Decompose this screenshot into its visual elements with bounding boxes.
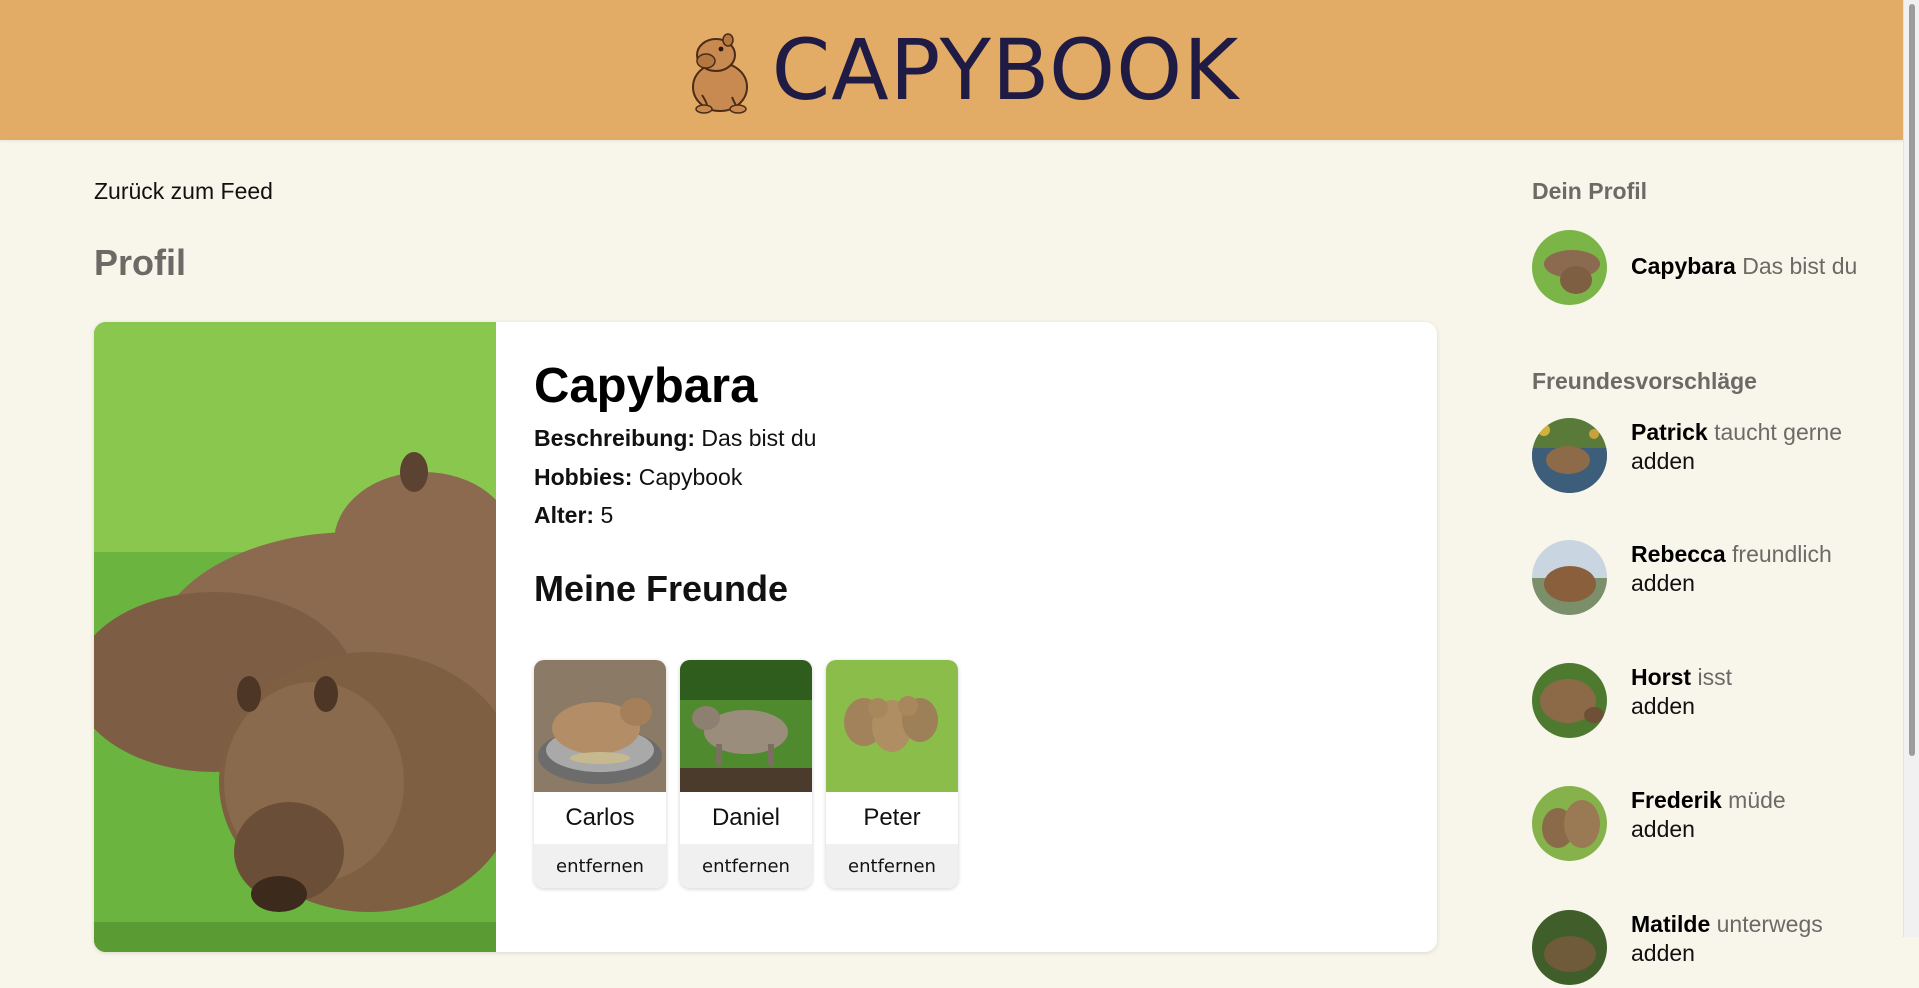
friend-name: Daniel bbox=[711, 804, 781, 832]
suggestion-text: Matilde unterwegs adden bbox=[1631, 910, 1891, 968]
avatar bbox=[1532, 418, 1607, 493]
add-friend-link[interactable]: adden bbox=[1631, 447, 1891, 476]
remove-friend-button[interactable]: entfernen bbox=[534, 844, 666, 889]
suggestion-item[interactable]: Rebecca freundlich adden bbox=[1532, 540, 1892, 618]
description-row: Beschreibung: Das bist du bbox=[534, 424, 1394, 453]
friend-photo bbox=[680, 660, 812, 793]
avatar bbox=[1532, 663, 1607, 738]
suggestion-desc: unterwegs bbox=[1716, 911, 1823, 937]
suggestion-name: Frederik bbox=[1631, 787, 1722, 813]
avatar bbox=[1532, 230, 1607, 305]
page-title: Profil bbox=[94, 242, 187, 283]
profile-info: Capybara Beschreibung: Das bist du Hobbi… bbox=[534, 359, 1394, 889]
description-value: Das bist du bbox=[701, 424, 817, 451]
suggestion-item[interactable]: Patrick taucht gerne adden bbox=[1532, 418, 1892, 496]
capybara-logo-icon bbox=[691, 33, 748, 114]
own-profile-title: Dein Profil bbox=[1532, 178, 1648, 204]
scrollbar-thumb[interactable] bbox=[1909, 4, 1915, 756]
app-header: CAPYBOOK bbox=[0, 0, 1919, 140]
suggestion-text: Rebecca freundlich adden bbox=[1631, 540, 1891, 598]
suggestion-item[interactable]: Frederik müde adden bbox=[1532, 786, 1892, 864]
back-to-feed-link[interactable]: Zurück zum Feed bbox=[94, 178, 273, 205]
suggestion-item[interactable]: Horst isst adden bbox=[1532, 663, 1892, 741]
friend-photo bbox=[826, 660, 958, 793]
suggestion-text: Patrick taucht gerne adden bbox=[1631, 418, 1891, 476]
hobbies-value: Capybook bbox=[638, 463, 743, 490]
hobbies-row: Hobbies: Capybook bbox=[534, 463, 1394, 492]
hobbies-label: Hobbies: bbox=[534, 463, 633, 490]
friend-card[interactable]: Peter entfernen bbox=[826, 660, 958, 889]
suggestion-desc: isst bbox=[1697, 664, 1732, 690]
age-row: Alter: 5 bbox=[534, 501, 1394, 530]
suggestion-name: Rebecca bbox=[1631, 541, 1726, 567]
suggestion-desc: freundlich bbox=[1732, 541, 1832, 567]
suggestion-text: Frederik müde adden bbox=[1631, 786, 1891, 844]
suggestion-desc: taucht gerne bbox=[1714, 419, 1842, 445]
description-label: Beschreibung: bbox=[534, 424, 696, 451]
main-content: Zurück zum Feed Profil Capybara Beschrei… bbox=[94, 140, 1439, 952]
friend-photo bbox=[534, 660, 666, 793]
friend-name: Peter bbox=[863, 804, 921, 832]
remove-friend-button[interactable]: entfernen bbox=[826, 844, 958, 889]
add-friend-link[interactable]: adden bbox=[1631, 939, 1891, 968]
profile-card: Capybara Beschreibung: Das bist du Hobbi… bbox=[94, 322, 1437, 952]
page-scrollbar[interactable] bbox=[1903, 0, 1919, 937]
suggestion-item[interactable]: Matilde unterwegs adden bbox=[1532, 910, 1892, 988]
add-friend-link[interactable]: adden bbox=[1631, 692, 1891, 721]
friend-name: Carlos bbox=[565, 804, 635, 832]
own-profile-desc: Das bist du bbox=[1742, 253, 1858, 279]
friend-card[interactable]: Carlos entfernen bbox=[534, 660, 666, 889]
age-value: 5 bbox=[600, 502, 614, 529]
app-title: CAPYBOOK bbox=[771, 21, 1240, 119]
own-profile-text: Capybara Das bist du bbox=[1631, 252, 1891, 281]
friends-list: Carlos entfernen Daniel entfernen Peter … bbox=[534, 660, 1394, 889]
suggestions-title: Freundesvorschläge bbox=[1532, 368, 1757, 394]
suggestion-desc: müde bbox=[1728, 787, 1786, 813]
avatar bbox=[1532, 540, 1607, 615]
suggestion-text: Horst isst adden bbox=[1631, 663, 1891, 721]
friend-card[interactable]: Daniel entfernen bbox=[680, 660, 812, 889]
age-label: Alter: bbox=[534, 502, 595, 529]
sidebar: Dein Profil Capybara Das bist du Freunde… bbox=[1532, 140, 1892, 985]
suggestion-name: Horst bbox=[1631, 664, 1692, 690]
own-profile-item[interactable]: Capybara Das bist du bbox=[1532, 230, 1892, 308]
add-friend-link[interactable]: adden bbox=[1631, 569, 1891, 598]
friends-heading: Meine Freunde bbox=[534, 568, 789, 610]
suggestion-name: Patrick bbox=[1631, 419, 1708, 445]
profile-name: Capybara bbox=[534, 359, 758, 413]
avatar bbox=[1532, 786, 1607, 861]
avatar bbox=[1532, 910, 1607, 985]
add-friend-link[interactable]: adden bbox=[1631, 815, 1891, 844]
own-profile-name: Capybara bbox=[1631, 253, 1736, 279]
brand[interactable]: CAPYBOOK bbox=[680, 21, 1240, 119]
remove-friend-button[interactable]: entfernen bbox=[680, 844, 812, 889]
profile-photo bbox=[94, 322, 496, 952]
suggestion-name: Matilde bbox=[1631, 911, 1711, 937]
